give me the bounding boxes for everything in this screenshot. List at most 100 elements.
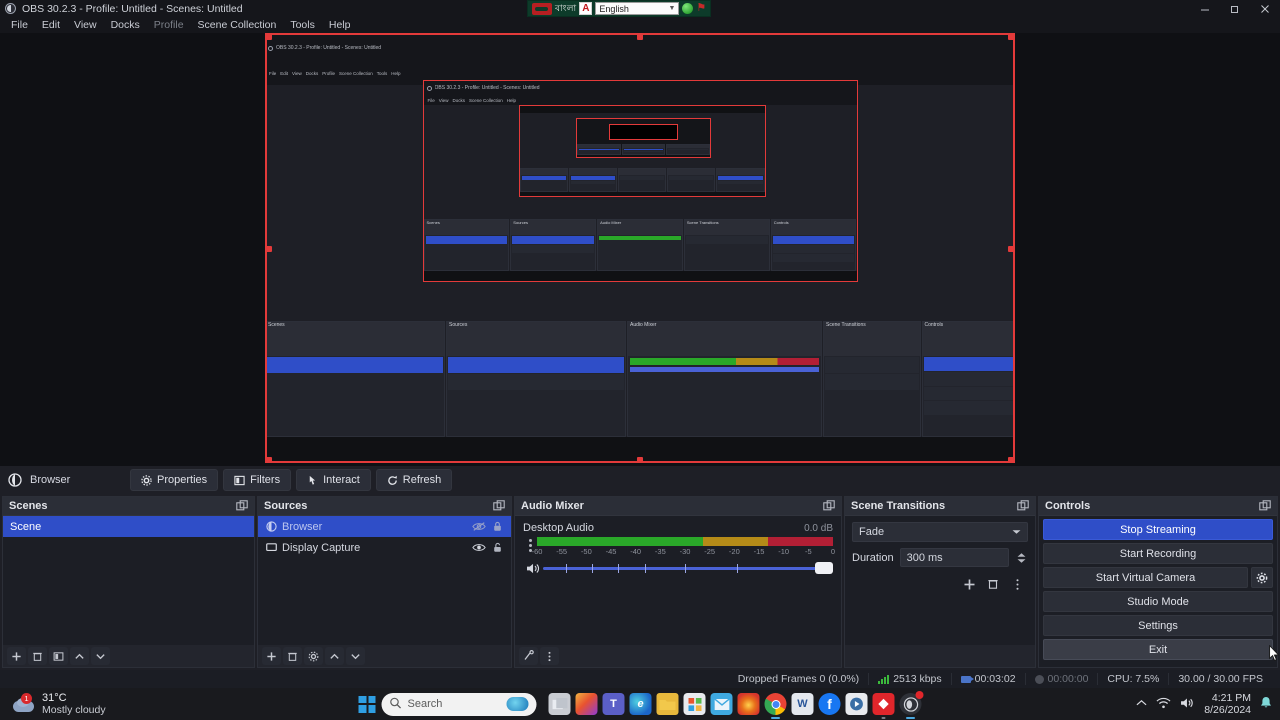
ime-language-bar[interactable]: বাংলা A English ▼ ⚑ [527, 0, 712, 17]
taskbar-app-teams[interactable]: T [602, 693, 625, 715]
filters-button[interactable]: Filters [223, 469, 292, 491]
audio-mixer-dock-footer [515, 645, 841, 667]
resize-handle-ml[interactable] [266, 246, 272, 252]
stop-streaming-button[interactable]: Stop Streaming [1043, 519, 1273, 540]
start-button[interactable] [358, 695, 376, 713]
interact-button[interactable]: Interact [296, 469, 371, 491]
lock-open-icon[interactable] [491, 541, 504, 554]
menu-item-docks[interactable]: Docks [104, 17, 147, 33]
sources-list[interactable]: Browser Display Capture [258, 516, 511, 645]
taskbar-app-firefox[interactable] [737, 693, 760, 715]
move-scene-up-button[interactable] [70, 647, 89, 665]
taskbar-search-box[interactable]: Search [381, 692, 537, 716]
transition-select[interactable]: Fade [852, 522, 1028, 542]
undock-icon[interactable] [823, 500, 835, 512]
menu-item-profile[interactable]: Profile [147, 17, 191, 33]
transition-menu-button[interactable] [1008, 575, 1026, 593]
taskbar-app-chrome[interactable] [764, 693, 787, 719]
studio-mode-button[interactable]: Studio Mode [1043, 591, 1273, 612]
volume-slider[interactable] [543, 561, 833, 575]
taskbar-app-mail[interactable] [710, 693, 733, 715]
maximize-button[interactable] [1220, 0, 1250, 17]
move-source-down-button[interactable] [346, 647, 365, 665]
undock-icon[interactable] [1259, 500, 1271, 512]
scene-list-item[interactable]: Scene [3, 516, 254, 537]
volume-speaker-icon[interactable] [1180, 697, 1195, 712]
resize-handle-bl[interactable] [266, 457, 272, 463]
lock-closed-icon[interactable] [491, 520, 504, 533]
remove-scene-button[interactable] [28, 647, 47, 665]
taskbar-app-media-player[interactable] [845, 693, 868, 715]
close-button[interactable] [1250, 0, 1280, 17]
move-scene-down-button[interactable] [91, 647, 110, 665]
taskbar-weather-widget[interactable]: 1 31°C Mostly cloudy [0, 692, 300, 717]
source-properties-button[interactable] [304, 647, 323, 665]
bangladesh-flag-icon: ⚑ [696, 2, 707, 14]
eye-visible-icon[interactable] [471, 541, 486, 554]
taskbar-app-microsoft-store[interactable] [683, 693, 706, 715]
taskbar-clock[interactable]: 4:21 PM 8/26/2024 [1204, 692, 1251, 716]
volume-slider-knob[interactable] [815, 562, 833, 574]
undock-icon[interactable] [1017, 500, 1029, 512]
advanced-audio-properties-button[interactable] [519, 647, 538, 665]
taskbar-app-obs-studio[interactable] [899, 691, 924, 719]
add-scene-button[interactable] [7, 647, 26, 665]
menu-item-view[interactable]: View [67, 17, 104, 33]
move-source-up-button[interactable] [325, 647, 344, 665]
taskbar-app-word[interactable]: W [791, 693, 814, 715]
audio-mixer-menu-button[interactable] [540, 647, 559, 665]
resize-handle-tc[interactable] [637, 34, 643, 40]
remove-transition-button[interactable] [984, 575, 1002, 593]
menu-item-file[interactable]: File [4, 17, 35, 33]
menu-item-help[interactable]: Help [322, 17, 358, 33]
duration-stepper[interactable] [1015, 552, 1028, 564]
source-list-item[interactable]: Browser [258, 516, 511, 537]
menu-item-tools[interactable]: Tools [283, 17, 322, 33]
scene-filters-button[interactable] [49, 647, 68, 665]
taskbar-app-file-explorer[interactable] [548, 693, 571, 715]
resize-handle-mr[interactable] [1008, 246, 1014, 252]
preview-area: OBS 30.2.3 - Profile: Untitled - Scenes:… [0, 33, 1280, 466]
speaker-icon[interactable] [523, 562, 543, 575]
resize-handle-tr[interactable] [1008, 34, 1014, 40]
refresh-button[interactable]: Refresh [375, 469, 453, 491]
virtual-camera-settings-gear-icon[interactable] [1251, 567, 1273, 588]
resize-handle-tl[interactable] [266, 34, 272, 40]
program-preview[interactable]: OBS 30.2.3 - Profile: Untitled - Scenes:… [265, 33, 1015, 463]
add-transition-button[interactable] [960, 575, 978, 593]
filters-icon [234, 475, 245, 486]
tray-overflow-chevron-up-icon[interactable] [1136, 698, 1147, 710]
scene-transitions-dock-footer [845, 645, 1035, 667]
taskbar-app-red-app[interactable] [872, 693, 895, 719]
avro-keyboard-icon[interactable]: A [579, 2, 593, 15]
wifi-icon[interactable] [1156, 697, 1171, 712]
status-bar: Dropped Frames 0 (0.0%) 2513 kbps 00:03:… [0, 670, 1280, 688]
start-virtual-camera-button[interactable]: Start Virtual Camera [1043, 567, 1248, 588]
settings-button[interactable]: Settings [1043, 615, 1273, 636]
remove-source-button[interactable] [283, 647, 302, 665]
notification-bell-icon[interactable] [1260, 696, 1272, 712]
add-source-button[interactable] [262, 647, 281, 665]
resize-handle-bc[interactable] [637, 457, 643, 463]
undock-icon[interactable] [493, 500, 505, 512]
resize-handle-br[interactable] [1008, 457, 1014, 463]
taskbar-app-edge[interactable]: e [629, 693, 652, 715]
duration-input[interactable]: 300 ms [899, 548, 1009, 567]
menu-item-scene-collection[interactable]: Scene Collection [191, 17, 284, 33]
avro-mute-icon[interactable] [532, 2, 552, 15]
menu-item-edit[interactable]: Edit [35, 17, 67, 33]
bing-icon [506, 697, 529, 711]
eye-hidden-icon[interactable] [471, 520, 486, 533]
taskbar-app-folder[interactable] [656, 693, 679, 715]
taskbar-app-photos[interactable] [575, 693, 598, 715]
source-list-item[interactable]: Display Capture [258, 537, 511, 558]
start-recording-button[interactable]: Start Recording [1043, 543, 1273, 564]
exit-button[interactable]: Exit [1043, 639, 1273, 660]
properties-button[interactable]: Properties [130, 469, 219, 491]
taskbar-app-facebook[interactable]: f [818, 693, 841, 715]
audio-meter-tick: -10 [778, 547, 790, 556]
language-select[interactable]: English ▼ [595, 2, 680, 15]
undock-icon[interactable] [236, 500, 248, 512]
scenes-list[interactable]: Scene [3, 516, 254, 645]
minimize-button[interactable] [1190, 0, 1220, 17]
